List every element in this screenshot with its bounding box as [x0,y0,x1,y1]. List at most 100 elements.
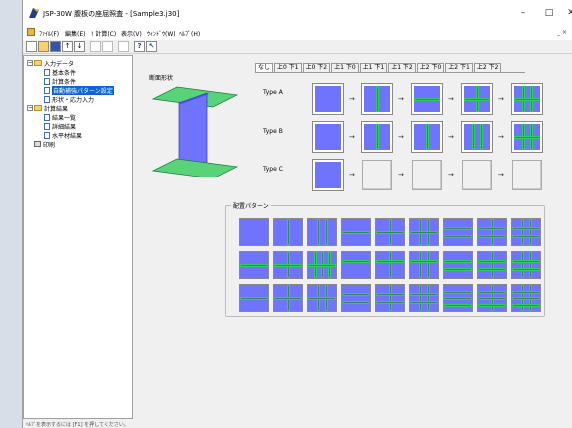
pattern-cell[interactable] [273,284,303,312]
pattern-cell[interactable] [341,251,371,279]
tab-u1-l2[interactable]: 上1 下2 [388,63,416,72]
close-button[interactable]: ✕ [563,6,572,20]
tree-node-shape[interactable]: 形状・応力入力 [44,95,94,104]
type-a-step-4[interactable] [461,83,493,115]
pattern-cell[interactable] [307,284,337,312]
tree-node-detail[interactable]: 詳細結果 [44,122,76,131]
type-b-step-3[interactable] [411,121,443,153]
vertical-stiffener [529,219,532,245]
type-a-step-5[interactable] [511,83,543,115]
pattern-cell[interactable] [409,218,439,246]
help-icon[interactable]: ? [134,41,145,52]
new-icon[interactable] [26,41,37,52]
menu-file[interactable]: ﾌｧｲﾙ(F) [39,29,59,38]
tree-node-results[interactable]: − 計算結果 [27,104,68,113]
vertical-stiffener [529,252,532,278]
tab-u1-l0[interactable]: 上1 下0 [331,63,359,72]
save-icon[interactable] [50,41,61,52]
pattern-cell[interactable] [511,218,541,246]
pattern-cell[interactable] [443,251,473,279]
pattern-cell[interactable] [375,218,405,246]
application-window: JSP-30W 腹板の座屈照査 - [Sample3.j30] – □ ✕ ﾌｧ… [22,0,572,428]
pattern-cell[interactable] [273,218,303,246]
type-c-step-2[interactable] [362,160,392,190]
arrow-up-icon[interactable]: ↑ [62,41,73,52]
horizontal-stiffener [274,297,302,300]
toolbar: ↑ ↓ ? ↖ [23,40,572,54]
type-b-step-1[interactable] [312,121,344,153]
maximize-button[interactable]: □ [541,6,557,20]
tree-node-input[interactable]: − 入力データ [27,59,74,68]
horizontal-stiffener [410,293,438,296]
tree-node-calc-cond[interactable]: 計算条件 [44,77,76,86]
status-bar: ﾍﾙﾌﾟを表示するには [F1] を押してください。 [23,420,572,428]
horizontal-stiffener [410,260,438,263]
horizontal-stiffener [478,268,506,271]
pattern-cell[interactable] [273,251,303,279]
tree-node-basic[interactable]: 基本条件 [44,68,76,77]
tree-node-print[interactable]: 印刷 [34,140,55,149]
menu-edit[interactable]: 編集(E) [65,29,85,38]
collapse-icon[interactable]: − [27,60,33,66]
type-a-step-1[interactable] [312,83,344,115]
tree-node-auto-pattern[interactable]: 自動補強パターン設定 [44,85,114,95]
tab-u0-l2[interactable]: 上0 下2 [302,63,331,72]
pattern-cell[interactable] [375,251,405,279]
horizontal-stiffener [444,260,472,263]
minimize-button[interactable]: – [515,6,531,20]
pattern-cell[interactable] [511,251,541,279]
horizontal-stiffener [444,291,472,294]
tab-u0-l1[interactable]: 上0 下1 [274,63,302,72]
tab-u2-l0[interactable]: 上2 下0 [416,63,445,72]
menu-help[interactable]: ﾍﾙﾌﾟ(H) [179,29,200,38]
pattern-cell[interactable] [409,284,439,312]
pattern-cell[interactable] [341,284,371,312]
type-c-step-1[interactable] [312,159,344,191]
mdi-controls[interactable]: _ × [557,29,567,36]
pattern-cell[interactable] [477,218,507,246]
document-icon[interactable] [27,28,35,36]
tab-u2-l1[interactable]: 上2 下1 [445,63,473,72]
horizontal-stiffener [478,304,506,307]
type-b-step-5[interactable] [511,121,543,153]
type-c-step-5[interactable] [512,160,542,190]
type-c-step-4[interactable] [462,160,492,190]
pattern-cell[interactable] [375,284,405,312]
pattern-cell[interactable] [307,218,337,246]
copy-icon[interactable] [90,41,101,52]
pattern-cell[interactable] [239,251,269,279]
collapse-icon[interactable]: − [27,105,33,111]
pattern-cell[interactable] [307,251,337,279]
pattern-cell[interactable] [341,218,371,246]
pattern-cell[interactable] [477,251,507,279]
pattern-cell[interactable] [239,218,269,246]
pattern-cell[interactable] [511,284,541,312]
menu-window[interactable]: ｳｨﾝﾄﾞｳ(W) [147,29,176,38]
menu-view[interactable]: 表示(V) [121,29,142,38]
pattern-cell[interactable] [443,284,473,312]
type-c-step-3[interactable] [412,160,442,190]
context-help-icon[interactable]: ↖ [146,41,157,52]
pattern-cell[interactable] [477,284,507,312]
arrow-right-icon: → [448,95,454,103]
tab-u2-l2[interactable]: 上2 下2 [473,63,502,72]
pattern-cell[interactable] [239,284,269,312]
tab-u1-l1[interactable]: 上1 下1 [359,63,388,72]
vertical-stiffener [427,285,430,311]
horizontal-stiffener [444,235,472,238]
title-bar: JSP-30W 腹板の座屈照査 - [Sample3.j30] – □ ✕ [23,0,572,26]
type-a-step-2[interactable] [361,83,393,115]
arrow-down-icon[interactable]: ↓ [74,41,85,52]
arrow-right-icon: → [498,133,504,141]
paste-icon[interactable] [102,41,113,52]
type-a-step-3[interactable] [411,83,443,115]
type-b-step-4[interactable] [461,121,493,153]
tree-node-results-list[interactable]: 結果一覧 [44,113,76,122]
tree-node-horizontal[interactable]: 水平材結果 [44,131,82,140]
print-icon[interactable] [118,41,129,52]
type-b-step-2[interactable] [361,121,393,153]
menu-calc[interactable]: ! 計算(C) [91,29,116,38]
open-icon[interactable] [38,41,49,52]
pattern-cell[interactable] [443,218,473,246]
pattern-cell[interactable] [409,251,439,279]
